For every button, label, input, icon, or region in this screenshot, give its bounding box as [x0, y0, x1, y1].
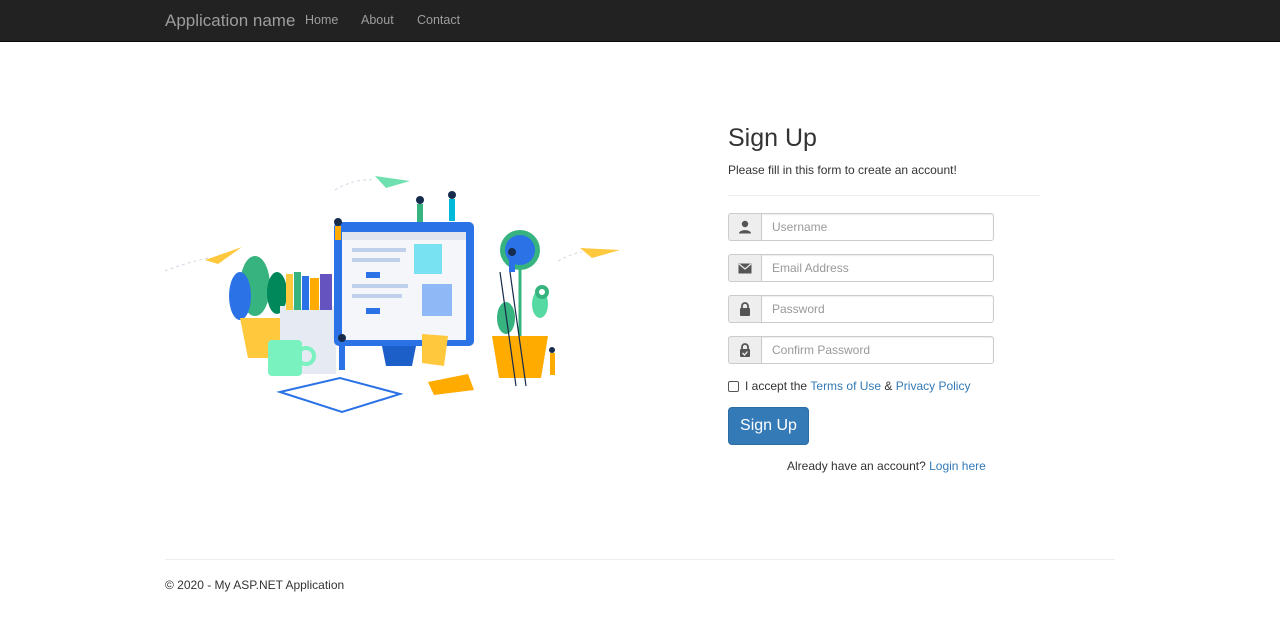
screen-image	[414, 244, 442, 274]
person	[334, 218, 342, 226]
login-link[interactable]: Login here	[929, 459, 986, 473]
person	[335, 226, 341, 240]
screen-text-line	[352, 258, 400, 262]
screen-text-line	[352, 284, 408, 288]
screen-image	[422, 284, 452, 316]
book	[310, 278, 319, 310]
keyboard	[276, 376, 404, 414]
privacy-policy-link[interactable]: Privacy Policy	[896, 379, 971, 393]
person	[339, 342, 345, 370]
paper-plane-left	[205, 247, 242, 264]
browser-bar	[342, 232, 466, 240]
person	[448, 191, 456, 199]
nav-home-link[interactable]: Home	[305, 13, 338, 27]
nav-about-link[interactable]: About	[361, 13, 394, 27]
footer-copyright: © 2020 - My ASP.NET Application	[165, 578, 345, 592]
book	[320, 274, 332, 310]
terms-of-use-link[interactable]: Terms of Use	[810, 379, 881, 393]
envelope-icon	[728, 254, 761, 282]
person	[550, 353, 555, 375]
confirm-password-input[interactable]	[761, 336, 994, 364]
person	[449, 199, 455, 221]
password-group	[728, 295, 994, 323]
username-group	[728, 213, 994, 241]
username-input[interactable]	[761, 213, 994, 241]
email-group	[728, 254, 994, 282]
password-input[interactable]	[761, 295, 994, 323]
person	[338, 334, 346, 342]
book	[302, 276, 309, 310]
paper-plane-right	[580, 248, 620, 258]
monitor-stand	[382, 346, 416, 366]
signup-button[interactable]: Sign Up	[728, 407, 809, 445]
terms-checkbox[interactable]	[728, 380, 739, 392]
flight-path	[557, 251, 583, 262]
terms-prefix: I accept the	[745, 379, 808, 393]
email-input[interactable]	[761, 254, 994, 282]
login-prompt: Already have an account?	[787, 459, 926, 473]
screen-text-line	[352, 294, 402, 298]
book	[286, 274, 293, 310]
sticky-note	[422, 334, 448, 366]
person	[417, 204, 423, 222]
workspace-illustration	[164, 176, 620, 414]
top-navbar: Application name Home About Contact	[0, 0, 1280, 42]
signup-title: Sign Up	[728, 124, 817, 152]
paper-plane-top	[375, 176, 410, 188]
plant-leaf	[229, 272, 251, 320]
book	[294, 272, 301, 310]
user-icon	[728, 213, 761, 241]
screen-text-line	[352, 248, 406, 252]
brand-link[interactable]: Application name	[165, 11, 295, 31]
person	[509, 256, 515, 272]
nav-contact-link[interactable]: Contact	[417, 13, 460, 27]
terms-row: I accept the Terms of Use & Privacy Poli…	[728, 379, 970, 393]
person	[508, 248, 516, 256]
confirm-password-group	[728, 336, 994, 364]
footer-divider	[165, 559, 1115, 560]
person	[549, 347, 555, 353]
screen-button	[366, 308, 380, 314]
form-divider	[728, 195, 1040, 196]
flight-path	[164, 257, 209, 272]
login-prompt-row: Already have an account? Login here	[787, 459, 986, 473]
terms-amp: &	[884, 379, 893, 393]
screen-button	[366, 272, 380, 278]
lock-check-icon	[728, 336, 761, 364]
flight-path	[334, 179, 376, 191]
person	[416, 196, 424, 204]
signup-subtitle: Please fill in this form to create an ac…	[728, 163, 957, 177]
plant-bloom	[539, 289, 545, 295]
lock-icon	[728, 295, 761, 323]
sticky-note	[428, 374, 474, 395]
